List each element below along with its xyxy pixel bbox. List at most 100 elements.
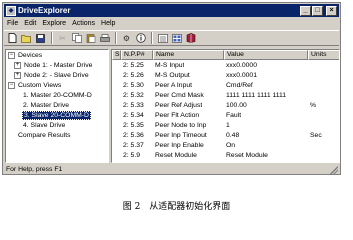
tree-item-view-3[interactable]: 3. Slave 20-COMM-D — [22, 111, 91, 120]
minimize-button[interactable]: _ — [300, 5, 311, 16]
row-value: xxx0.0001 — [226, 72, 257, 79]
list-header: S N.P.P# Name Value Units — [112, 50, 339, 60]
column-header-units[interactable]: Units — [308, 50, 339, 60]
row-value: On — [226, 142, 236, 149]
row-value: 1 — [226, 122, 230, 129]
row-number: 2: 5.25 — [123, 62, 144, 69]
table-row[interactable]: 2: 5.35 Peer Node to Inp 1 — [112, 121, 339, 130]
row-name: M-S Input — [155, 62, 185, 69]
toolbar: ✂ ⚙ — [4, 30, 339, 46]
print-icon[interactable] — [98, 32, 111, 44]
tree-item-label: Custom Views — [18, 82, 62, 89]
parameter-list[interactable]: S N.P.P# Name Value Units 2: 5.25 M-S Inp… — [111, 49, 340, 163]
tree-item-label: 4. Slave Drive — [23, 122, 66, 129]
expand-icon[interactable]: + — [14, 62, 21, 69]
column-header-status[interactable]: S — [112, 50, 121, 60]
tree-view[interactable]: − Devices + Node 1: - Master Drive + Nod… — [5, 49, 109, 163]
toolbar-separator — [151, 32, 153, 44]
table-row[interactable]: 2: 5.33 Peer Ref Adjust 100.00% — [112, 101, 339, 110]
tree-item-view-1[interactable]: 1. Master 20-COMM-D — [22, 91, 93, 100]
tree-item-view-4[interactable]: 4. Slave Drive — [22, 121, 66, 130]
copy-icon[interactable] — [70, 32, 83, 44]
tree-item-devices[interactable]: − Devices — [8, 51, 43, 60]
row-number: 2: 5.26 — [123, 72, 144, 79]
row-name: Peer Ref Adjust — [155, 102, 203, 109]
row-value: 1111 1111 1111 1111 — [226, 92, 287, 99]
list-view-icon[interactable] — [156, 32, 169, 44]
paste-icon[interactable] — [84, 32, 97, 44]
row-value: 100.00 — [226, 102, 247, 109]
row-number: 2: 5.9 — [123, 152, 141, 159]
tree-item-label: Node 2: - Slave Drive — [24, 72, 89, 79]
row-units: % — [310, 102, 317, 109]
row-number: 2: 5.36 — [123, 132, 144, 139]
row-name: Peer Inp Enable — [155, 142, 204, 149]
expand-icon[interactable]: + — [14, 72, 21, 79]
status-text: For Help, press F1 — [6, 166, 63, 173]
row-number: 2: 5.34 — [123, 112, 144, 119]
collapse-icon[interactable]: − — [8, 52, 15, 59]
column-header-name[interactable]: Name — [153, 50, 224, 60]
row-value: xxx0.0000 — [226, 62, 257, 69]
row-name: Peer A Input — [155, 82, 193, 89]
tree-item-label: Node 1: - Master Drive — [24, 62, 93, 69]
figure-caption: 图 2 从适配器初始化界面 — [122, 202, 231, 212]
tree-item-label: Devices — [18, 52, 43, 59]
row-value: Reset Module — [226, 152, 268, 159]
resize-grip[interactable] — [330, 166, 338, 174]
tree-item-custom-views[interactable]: − Custom Views — [8, 81, 62, 90]
column-header-value[interactable]: Value — [224, 50, 308, 60]
menu-file[interactable]: File — [4, 20, 21, 27]
row-name: Reset Module — [155, 152, 197, 159]
tree-item-node-2[interactable]: + Node 2: - Slave Drive — [14, 71, 90, 80]
row-number: 2: 5.30 — [123, 82, 144, 89]
status-bar: For Help, press F1 — [4, 164, 339, 175]
tree-item-compare-results[interactable]: Compare Results — [17, 131, 72, 140]
details-view-icon[interactable] — [170, 32, 183, 44]
column-header-number[interactable]: N.P.P# — [121, 50, 153, 60]
connect-icon[interactable]: ⚙ — [120, 32, 133, 44]
app-window: ◆ DriveExplorer _ □ × File Edit Explore … — [2, 2, 341, 175]
table-row[interactable]: 2: 5.37 Peer Inp Enable On — [112, 141, 339, 150]
table-row[interactable]: 2: 5.26 M-S Output xxx0.0001 — [112, 71, 339, 80]
book-icon[interactable] — [184, 32, 197, 44]
menu-help[interactable]: Help — [98, 20, 118, 27]
tree-item-label-selected: 3. Slave 20-COMM-D — [22, 111, 91, 120]
info-icon[interactable] — [134, 32, 147, 44]
tree-item-view-2[interactable]: 2. Master Drive — [22, 101, 70, 110]
tree-item-label: Compare Results — [18, 132, 71, 139]
toolbar-separator — [51, 32, 53, 44]
maximize-button[interactable]: □ — [312, 5, 323, 16]
menu-bar: File Edit Explore Actions Help — [4, 18, 339, 29]
cut-icon[interactable]: ✂ — [56, 32, 69, 44]
menu-explore[interactable]: Explore — [39, 20, 69, 27]
toolbar-separator — [115, 32, 117, 44]
save-icon[interactable] — [34, 32, 47, 44]
row-name: Peer Inp Timeout — [155, 132, 207, 139]
row-name: Peer Flt Action — [155, 112, 200, 119]
window-title: DriveExplorer — [18, 6, 71, 15]
open-folder-icon[interactable] — [20, 32, 33, 44]
tree-item-node-1[interactable]: + Node 1: - Master Drive — [14, 61, 93, 70]
table-row[interactable]: 2: 5.36 Peer Inp Timeout 0.48 Sec — [112, 131, 339, 140]
menu-edit[interactable]: Edit — [21, 20, 39, 27]
tree-item-label: 1. Master 20-COMM-D — [23, 92, 92, 99]
title-bar[interactable]: ◆ DriveExplorer _ □ × — [4, 4, 339, 17]
row-value: Cmd/Ref — [226, 82, 253, 89]
row-value: Fault — [226, 112, 242, 119]
row-name: Peer Node to Inp — [155, 122, 207, 129]
table-row[interactable]: 2: 5.32 Peer Cmd Mask 1111 1111 1111 1111 — [112, 91, 339, 100]
row-units: Sec — [310, 132, 322, 139]
row-number: 2: 5.35 — [123, 122, 144, 129]
collapse-icon[interactable]: − — [8, 82, 15, 89]
table-row[interactable]: 2: 5.25 M-S Input xxx0.0000 — [112, 61, 339, 70]
table-row[interactable]: 2: 5.9 Reset Module Reset Module — [112, 151, 339, 160]
app-icon: ◆ — [6, 5, 16, 16]
table-row[interactable]: 2: 5.30 Peer A Input Cmd/Ref — [112, 81, 339, 90]
row-number: 2: 5.32 — [123, 92, 144, 99]
close-button[interactable]: × — [326, 5, 337, 16]
row-value: 0.48 — [226, 132, 240, 139]
menu-actions[interactable]: Actions — [69, 20, 98, 27]
new-file-icon[interactable] — [6, 32, 19, 44]
table-row[interactable]: 2: 5.34 Peer Flt Action Fault — [112, 111, 339, 120]
